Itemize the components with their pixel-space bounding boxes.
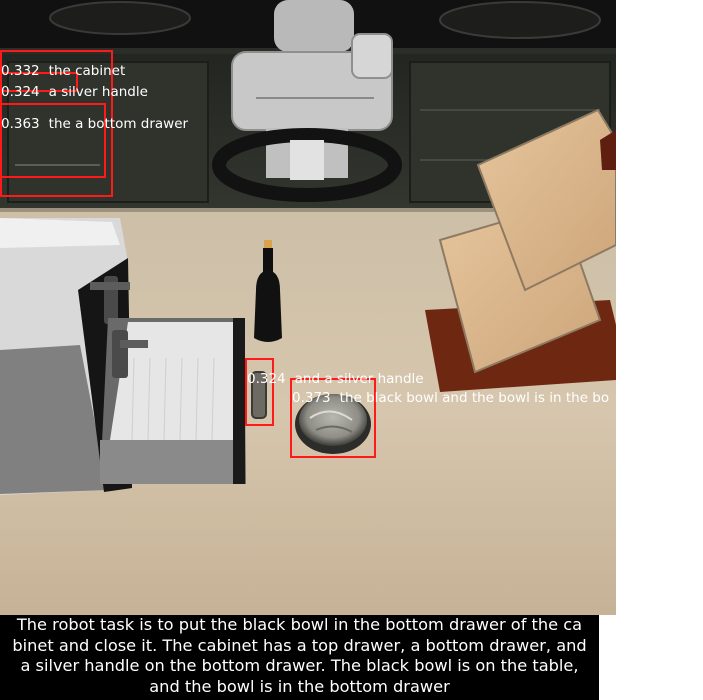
detection-score: 0.363 — [1, 116, 40, 132]
detection-text: the black bowl and the bowl is in the bo — [339, 390, 610, 406]
detection-text: and a silver handle — [294, 371, 424, 387]
detection-label: 0.324 a silver handle — [1, 84, 148, 100]
detection-box-bottom-drawer — [0, 103, 106, 178]
task-caption: The robot task is to put the black bowl … — [0, 615, 599, 700]
detection-text: the a bottom drawer — [48, 116, 189, 132]
caption-line: The robot task is to put the black bowl … — [16, 615, 583, 634]
robot-scene-image: 0.332 the cabinet 0.324 a silver handle 0.… — [0, 0, 616, 615]
caption-line: and the bowl is in the bottom drawer — [149, 676, 450, 696]
detection-score: 0.324 — [247, 371, 286, 387]
detection-label: 0.373 the black bowl and the bowl is in t… — [292, 390, 609, 406]
caption-line: a silver handle on the bottom drawer. Th… — [20, 656, 579, 676]
detection-text: the cabinet — [48, 63, 126, 79]
detection-label: 0.332 the cabinet — [1, 63, 125, 79]
detection-score: 0.373 — [292, 390, 331, 406]
detection-label: 0.363 the a bottom drawer — [1, 116, 188, 132]
detection-label: 0.324 and a silver handle — [247, 371, 424, 387]
detection-score: 0.332 — [1, 63, 40, 79]
caption-line: binet and close it. The cabinet has a to… — [12, 635, 587, 655]
detection-box-handle-on-table — [245, 358, 274, 426]
detection-text: a silver handle — [48, 84, 148, 100]
detection-score: 0.324 — [1, 84, 40, 100]
